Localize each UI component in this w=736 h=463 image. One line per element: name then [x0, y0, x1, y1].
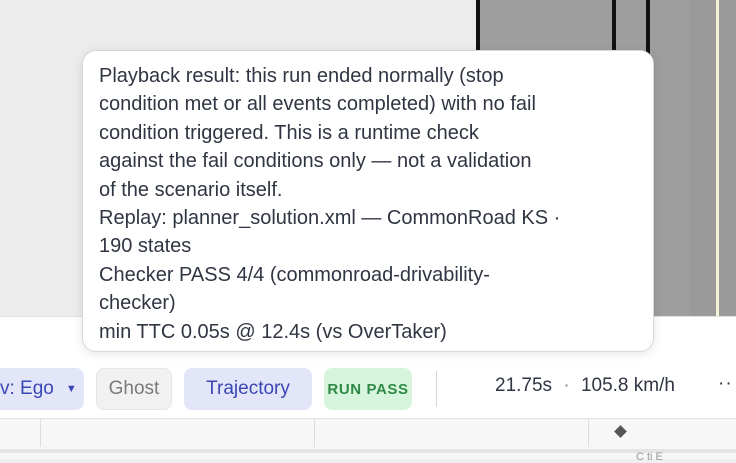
- view-select[interactable]: v: Ego ▼: [0, 368, 84, 410]
- tooltip-line: 190 states: [99, 235, 192, 258]
- time-readout: 21.75s: [495, 375, 553, 396]
- timeline-marker-icon[interactable]: [614, 425, 627, 438]
- tooltip-line: Checker PASS 4/4 (commonroad-drivability…: [99, 263, 490, 286]
- road-edge-line: [716, 0, 719, 316]
- tooltip-line: Playback result: this run ended normally…: [99, 65, 504, 87]
- tooltip-line: checker): [99, 292, 176, 315]
- more-icon[interactable]: ··: [718, 373, 733, 395]
- readout-separator: ·: [563, 375, 570, 396]
- timeline-track: [0, 449, 736, 453]
- tooltip-line: against the fail conditions only — not a…: [99, 150, 532, 173]
- timeline-tick: [314, 419, 315, 447]
- playback-readout: 21.75s · 105.8 km/h: [495, 375, 675, 397]
- tooltip-line: Replay: planner_solution.xml — CommonRoa…: [99, 207, 561, 230]
- view-select-label: v: Ego: [0, 378, 54, 399]
- ghost-toggle-button[interactable]: Ghost: [96, 368, 172, 410]
- toolbar-divider: [436, 371, 437, 407]
- speed-readout: 105.8 km/h: [580, 375, 675, 396]
- timeline-tick: [588, 419, 589, 447]
- tooltip-line: condition triggered. This is a runtime c…: [99, 121, 479, 144]
- tooltip-line: min TTC 0.05s @ 12.4s (vs OverTaker): [99, 320, 447, 343]
- run-status-badge[interactable]: RUN PASS: [324, 368, 412, 410]
- tooltip-line: of the scenario itself.: [99, 178, 283, 201]
- timeline-clip-label: C ti E: [636, 451, 663, 463]
- timeline-tick: [40, 419, 41, 447]
- road-surface: [690, 0, 736, 316]
- tooltip-line: condition met or all events completed) w…: [99, 93, 536, 116]
- chevron-down-icon: ▼: [65, 383, 77, 395]
- playback-result-tooltip: Playback result: this run ended normally…: [82, 50, 654, 352]
- trajectory-toggle-button[interactable]: Trajectory: [184, 368, 312, 410]
- timeline[interactable]: C ti E: [0, 418, 736, 463]
